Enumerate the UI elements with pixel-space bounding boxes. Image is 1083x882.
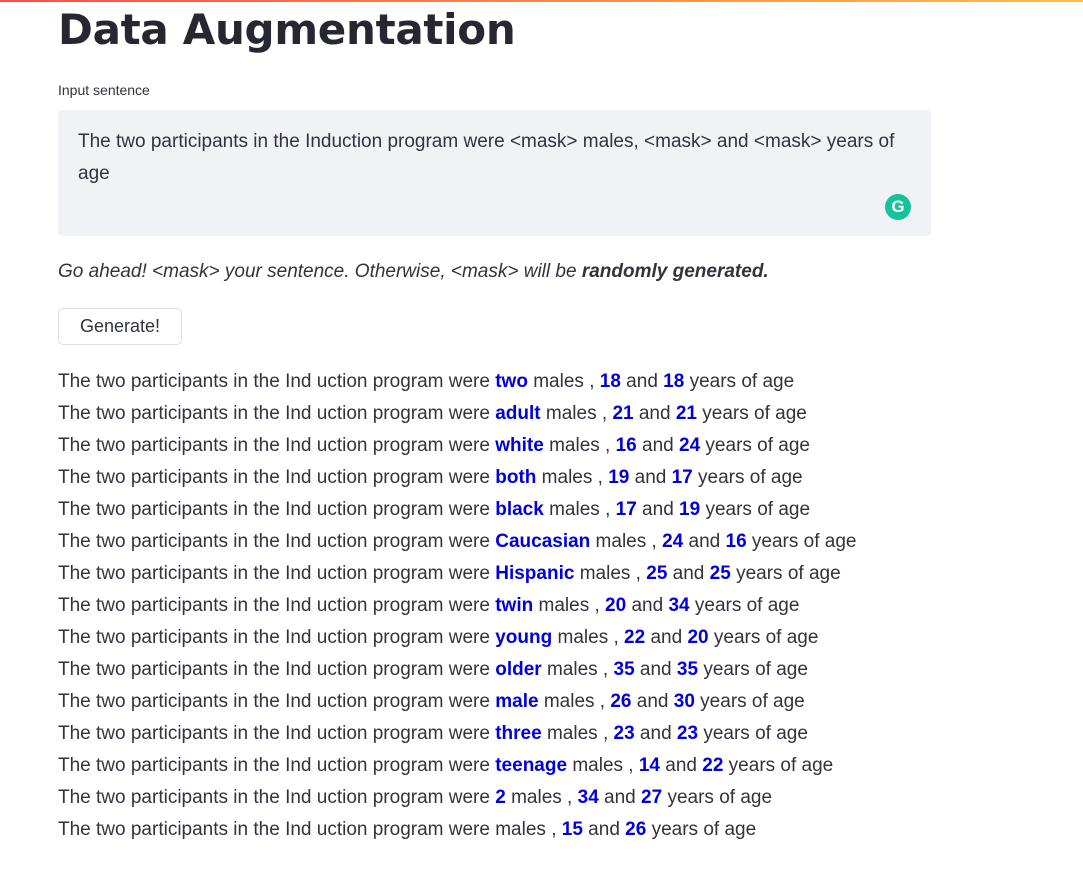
result-word-2: 24 (662, 531, 684, 552)
input-sentence-label: Input sentence (58, 82, 150, 98)
result-prefix: The two participants in the Ind uction p… (58, 403, 496, 424)
result-word-1: older (495, 659, 542, 680)
result-word-1: young (495, 627, 553, 648)
result-word-2: 34 (577, 787, 599, 808)
result-line: The two participants in the Ind uction p… (58, 499, 811, 520)
result-word-2: 16 (615, 435, 637, 456)
result-word-1: two (495, 371, 528, 392)
result-line: The two participants in the Ind uction p… (58, 691, 805, 712)
result-word-1: three (495, 723, 542, 744)
result-word-3: 27 (641, 787, 663, 808)
result-word-3: 34 (668, 595, 690, 616)
result-prefix: The two participants in the Ind uction p… (58, 691, 496, 712)
result-word-3: 25 (709, 563, 731, 584)
result-prefix: The two participants in the Ind uction p… (58, 563, 496, 584)
result-word-1: white (495, 435, 544, 456)
result-prefix: The two participants in the Ind uction p… (58, 755, 496, 776)
result-line: The two participants in the Ind uction p… (58, 659, 808, 680)
results-list: The two participants in the Ind uction p… (58, 366, 856, 846)
result-word-1: black (495, 499, 544, 520)
result-line: The two participants in the Ind uction p… (58, 403, 807, 424)
result-word-1: male (495, 691, 539, 712)
result-line: The two participants in the Ind uction p… (58, 787, 773, 808)
result-word-1: 2 (495, 787, 506, 808)
result-prefix: The two participants in the Ind uction p… (58, 627, 496, 648)
result-word-2: 17 (615, 499, 637, 520)
result-prefix: The two participants in the Ind uction p… (58, 659, 496, 680)
result-word-2: 22 (624, 627, 646, 648)
result-prefix: The two participants in the Ind uction p… (58, 531, 496, 552)
result-prefix: The two participants in the Ind uction p… (58, 819, 496, 840)
result-word-1: Hispanic (495, 563, 575, 584)
result-word-2: 20 (605, 595, 627, 616)
result-prefix: The two participants in the Ind uction p… (58, 723, 496, 744)
hint-text: Go ahead! <mask> your sentence. Otherwis… (58, 258, 769, 286)
result-line: The two participants in the Ind uction p… (58, 723, 808, 744)
result-word-2: 25 (646, 563, 668, 584)
result-word-2: 18 (599, 371, 621, 392)
result-word-2: 19 (608, 467, 630, 488)
result-word-3: 18 (663, 371, 685, 392)
result-word-3: 20 (687, 627, 709, 648)
result-word-2: 35 (613, 659, 635, 680)
page-title: Data Augmentation (58, 5, 516, 54)
result-word-2: 14 (638, 755, 660, 776)
result-line: The two participants in the Ind uction p… (58, 531, 857, 552)
result-line: The two participants in the Ind uction p… (58, 755, 834, 776)
result-prefix: The two participants in the Ind uction p… (58, 371, 496, 392)
top-decoration-bar (0, 0, 1083, 2)
result-line: The two participants in the Ind uction p… (58, 819, 757, 840)
result-prefix: The two participants in the Ind uction p… (58, 467, 496, 488)
result-word-3: 22 (702, 755, 724, 776)
result-word-3: 23 (676, 723, 699, 744)
result-word-2: 21 (612, 403, 634, 424)
result-word-1: both (495, 467, 537, 488)
grammarly-icon[interactable]: G (885, 194, 911, 220)
result-word-1: adult (495, 403, 541, 424)
result-word-2: 26 (610, 691, 632, 712)
result-word-2: 15 (561, 819, 583, 840)
result-line: The two participants in the Ind uction p… (58, 467, 803, 488)
result-word-3: 24 (679, 435, 701, 456)
hint-bold: randomly generated. (581, 261, 769, 282)
result-prefix: The two participants in the Ind uction p… (58, 435, 496, 456)
result-word-1: twin (495, 595, 534, 616)
result-prefix: The two participants in the Ind uction p… (58, 787, 496, 808)
result-word-3: 16 (725, 531, 747, 552)
result-word-2: 23 (613, 723, 635, 744)
result-word-3: 21 (675, 403, 697, 424)
result-word-3: 30 (673, 691, 695, 712)
generate-button[interactable]: Generate! (58, 308, 182, 345)
result-word-3: 17 (671, 467, 693, 488)
hint-prefix: Go ahead! <mask> your sentence. Otherwis… (58, 261, 582, 282)
result-prefix: The two participants in the Ind uction p… (58, 595, 496, 616)
result-line: The two participants in the Ind uction p… (58, 371, 795, 392)
result-prefix: The two participants in the Ind uction p… (58, 499, 496, 520)
result-word-1: Caucasian (495, 531, 591, 552)
result-word-3: 19 (679, 499, 701, 520)
result-line: The two participants in the Ind uction p… (58, 435, 810, 456)
result-word-3: 26 (625, 819, 647, 840)
result-line: The two participants in the Ind uction p… (58, 627, 819, 648)
input-sentence-textarea[interactable]: The two participants in the Induction pr… (58, 110, 931, 236)
result-line: The two participants in the Ind uction p… (58, 595, 800, 616)
input-sentence-value[interactable]: The two participants in the Induction pr… (78, 126, 898, 190)
result-word-1: teenage (495, 755, 568, 776)
result-line: The two participants in the Ind uction p… (58, 563, 841, 584)
result-word-3: 35 (676, 659, 699, 680)
